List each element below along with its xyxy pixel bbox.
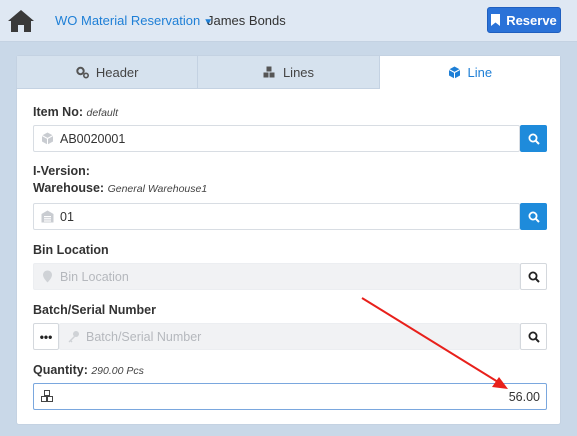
- item-no-search-button[interactable]: [520, 125, 547, 152]
- app-title-text: WO Material Reservation: [55, 13, 201, 28]
- gears-icon: [76, 66, 89, 78]
- tab-header-label: Header: [95, 64, 139, 80]
- tab-bar: Header Lines Line: [17, 56, 560, 89]
- item-no-value: AB0020001: [60, 131, 126, 146]
- quantity-value: 56.00: [508, 389, 540, 404]
- cubes-icon: [263, 66, 275, 77]
- tab-lines-label: Lines: [282, 64, 315, 80]
- top-bar: WO Material Reservation ▼ James Bonds Res…: [0, 0, 577, 42]
- app-title-dropdown[interactable]: WO Material Reservation ▼: [55, 13, 213, 28]
- bin-location-label: Bin Location: [33, 243, 109, 257]
- search-icon: [528, 271, 540, 283]
- search-icon: [528, 331, 540, 343]
- cubes-icon: [34, 390, 60, 403]
- item-no-label: Item No: default: [33, 105, 118, 119]
- tab-line-label: Line: [467, 65, 493, 80]
- batch-serial-label: Batch/Serial Number: [33, 303, 156, 317]
- warehouse-value: 01: [60, 209, 74, 224]
- quantity-field[interactable]: 56.00: [33, 383, 547, 410]
- batch-serial-placeholder: Batch/Serial Number: [86, 329, 202, 344]
- tab-line[interactable]: Line: [379, 56, 560, 89]
- bookmark-icon: [491, 14, 501, 26]
- item-no-label-text: Item No:: [33, 105, 83, 119]
- item-no-field[interactable]: AB0020001: [33, 125, 520, 152]
- warehouse-field[interactable]: 01: [33, 203, 520, 230]
- warehouse-label-text: Warehouse:: [33, 181, 105, 195]
- batch-serial-more-button[interactable]: •••: [33, 323, 59, 350]
- tab-lines[interactable]: Lines: [198, 56, 380, 88]
- batch-serial-field[interactable]: Batch/Serial Number: [59, 323, 520, 350]
- search-icon: [528, 211, 540, 223]
- quantity-hint: 290.00 Pcs: [91, 365, 144, 377]
- bin-location-placeholder: Bin Location: [60, 269, 129, 284]
- reserve-button[interactable]: Reserve: [487, 7, 561, 33]
- quantity-label: Quantity: 290.00 Pcs: [33, 363, 144, 377]
- line-card: Header Lines Line Item No: default AB002…: [16, 55, 561, 425]
- warehouse-label: Warehouse: General Warehouse1: [33, 181, 207, 195]
- warehouse-search-button[interactable]: [520, 203, 547, 230]
- i-version-label: I-Version:: [33, 164, 90, 178]
- tab-header[interactable]: Header: [17, 56, 199, 88]
- cube-icon: [448, 66, 460, 79]
- map-marker-icon: [34, 270, 60, 283]
- bin-location-field[interactable]: Bin Location: [33, 263, 520, 290]
- cube-outline-icon: [34, 132, 60, 145]
- home-icon[interactable]: [7, 9, 35, 33]
- warehouse-hint: General Warehouse1: [107, 183, 208, 195]
- quantity-label-text: Quantity:: [33, 363, 88, 377]
- item-no-hint: default: [86, 107, 119, 119]
- key-icon: [60, 330, 86, 343]
- search-icon: [528, 133, 540, 145]
- warehouse-icon: [34, 210, 60, 223]
- bin-location-search-button[interactable]: [520, 263, 547, 290]
- reserve-button-label: Reserve: [506, 12, 557, 28]
- batch-serial-search-button[interactable]: [520, 323, 547, 350]
- user-name: James Bonds: [207, 13, 286, 28]
